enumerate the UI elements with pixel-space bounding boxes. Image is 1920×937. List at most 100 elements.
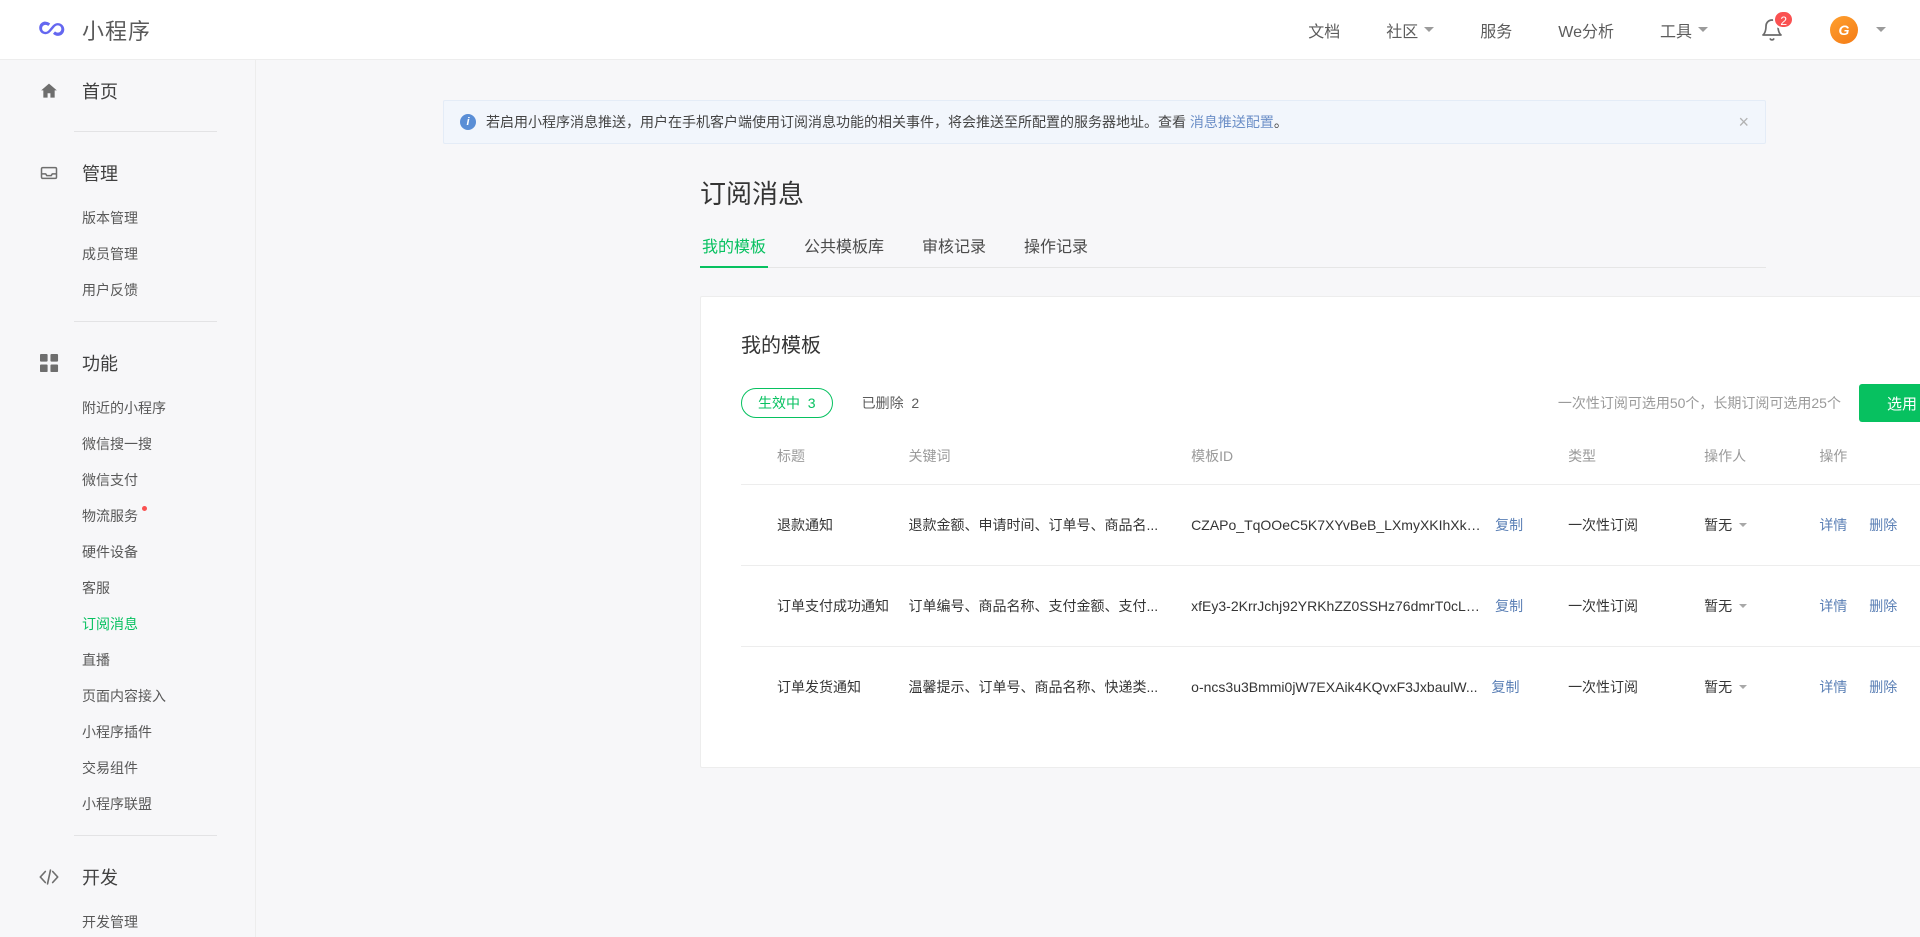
code-icon <box>38 866 60 888</box>
sidebar-sub-label: 页面内容接入 <box>82 688 166 704</box>
banner-text-after: 。 <box>1273 113 1288 130</box>
message-push-config-link[interactable]: 消息推送配置 <box>1190 114 1274 130</box>
sidebar-sub-label: 小程序联盟 <box>82 796 152 812</box>
table-header: 标题 关键词 模板ID 类型 操作人 操作 <box>741 446 1920 485</box>
copy-button[interactable]: 复制 <box>1495 515 1523 535</box>
cell-title: 订单发货通知 <box>741 647 909 728</box>
nav-item-tools[interactable]: 工具 <box>1660 18 1708 42</box>
delete-button[interactable]: 删除 <box>1869 517 1897 533</box>
nav-label: 文档 <box>1308 23 1341 41</box>
sidebar-item-alliance[interactable]: 小程序联盟 <box>0 786 255 822</box>
miniprogram-logo-icon <box>36 14 68 46</box>
sidebar-item-hardware[interactable]: 硬件设备 <box>0 534 255 570</box>
account-menu[interactable]: G <box>1830 15 1886 44</box>
chevron-down-icon <box>1739 523 1748 527</box>
card-toolbar: 生效中 3 已删除 2 一次性订阅可选用50个，长期订阅可选用25个 选用 <box>741 384 1920 422</box>
template-keywords: 订单编号、商品名称、支付金额、支付... <box>908 598 1159 614</box>
filter-chip-count: 2 <box>911 395 920 411</box>
sidebar-group-manage: 管理 版本管理 成员管理 用户反馈 <box>0 142 255 308</box>
sidebar-sub-label: 直播 <box>82 652 110 668</box>
detail-button[interactable]: 详情 <box>1819 679 1847 695</box>
template-type: 一次性订阅 <box>1568 598 1639 614</box>
sidebar-sub-label: 小程序插件 <box>82 724 152 740</box>
sidebar-item-customer-service[interactable]: 客服 <box>0 570 255 606</box>
sidebar-label: 管理 <box>82 164 118 184</box>
detail-button[interactable]: 详情 <box>1819 517 1847 533</box>
chevron-down-icon <box>1876 27 1886 32</box>
tab-label: 操作记录 <box>1024 239 1089 256</box>
header-nav: 文档 社区 服务 We分析 工具 2 G <box>1262 9 1920 44</box>
banner-text-before: 若启用小程序消息推送，用户在手机客户端使用订阅消息功能的相关事件，将会推送至所配… <box>486 113 1190 130</box>
notification-badge: 2 <box>1773 9 1794 29</box>
sidebar-item-manage[interactable]: 管理 <box>0 146 255 200</box>
quota-text: 一次性订阅可选用50个，长期订阅可选用25个 <box>1557 395 1841 411</box>
delete-button[interactable]: 删除 <box>1869 679 1897 695</box>
nav-label: We分析 <box>1558 23 1614 41</box>
page-title: 订阅消息 <box>700 179 805 209</box>
sidebar-item-plugins[interactable]: 小程序插件 <box>0 714 255 750</box>
sidebar-item-search[interactable]: 微信搜一搜 <box>0 426 255 462</box>
nav-item-docs[interactable]: 文档 <box>1308 18 1340 42</box>
nav-item-service[interactable]: 服务 <box>1480 18 1512 42</box>
cell-actions: 详情 删除 <box>1819 484 1920 566</box>
tab-public-templates[interactable]: 公共模板库 <box>802 233 886 267</box>
sidebar-item-user-feedback[interactable]: 用户反馈 <box>0 272 255 308</box>
chevron-down-icon <box>1424 27 1435 32</box>
sidebar-item-features[interactable]: 功能 <box>0 336 255 390</box>
avatar: G <box>1830 15 1858 44</box>
cell-operator[interactable]: 暂无 <box>1704 647 1819 728</box>
my-templates-card: 我的模板 生效中 3 已删除 2 一次性订阅可选用50个，长期订阅可选用25个 … <box>700 296 1920 768</box>
sidebar-item-subscribe-message[interactable]: 订阅消息 <box>0 606 255 642</box>
chevron-down-icon <box>1698 27 1708 32</box>
close-icon[interactable]: × <box>1718 113 1749 131</box>
tab-my-templates[interactable]: 我的模板 <box>700 233 769 268</box>
sidebar-item-develop[interactable]: 开发 <box>0 850 255 904</box>
card-title: 我的模板 <box>741 335 821 357</box>
filter-chip-count: 3 <box>807 395 816 411</box>
sidebar: 首页 管理 版本管理 成员管理 用户反馈 功能 附近的小程序 微信搜一搜 微信支… <box>0 60 256 937</box>
notifications-button[interactable]: 2 <box>1760 9 1794 42</box>
cell-template-id: CZAPo_TqOOeC5K7XYvBeB_LXmyXKIhXkZ... 复制 <box>1191 484 1569 566</box>
sidebar-item-home[interactable]: 首页 <box>0 64 255 118</box>
sidebar-item-nearby[interactable]: 附近的小程序 <box>0 390 255 426</box>
page-tabs: 我的模板 公共模板库 审核记录 操作记录 <box>700 233 1766 268</box>
select-template-button[interactable]: 选用 <box>1858 384 1920 422</box>
copy-button[interactable]: 复制 <box>1495 596 1523 616</box>
sidebar-item-trade-component[interactable]: 交易组件 <box>0 750 255 786</box>
info-banner: i 若启用小程序消息推送，用户在手机客户端使用订阅消息功能的相关事件，将会推送至… <box>443 100 1766 144</box>
filter-chip-active[interactable]: 生效中 3 <box>741 388 833 418</box>
sidebar-item-live[interactable]: 直播 <box>0 642 255 678</box>
column-header-type: 类型 <box>1568 446 1705 485</box>
sidebar-sub-label: 订阅消息 <box>82 616 138 632</box>
brand[interactable]: 小程序 <box>36 14 151 46</box>
table-row: 退款通知 退款金额、申请时间、订单号、商品名... CZAPo_TqOOeC5K… <box>741 484 1920 566</box>
delete-button[interactable]: 删除 <box>1869 598 1897 614</box>
info-icon: i <box>460 114 476 130</box>
sidebar-sub-label: 客服 <box>82 580 110 596</box>
sidebar-item-page-content[interactable]: 页面内容接入 <box>0 678 255 714</box>
filter-chip-deleted[interactable]: 已删除 2 <box>845 388 937 418</box>
template-type: 一次性订阅 <box>1568 679 1639 695</box>
tab-operation-records[interactable]: 操作记录 <box>1022 233 1090 267</box>
sidebar-item-member-manage[interactable]: 成员管理 <box>0 236 255 272</box>
tab-audit-records[interactable]: 审核记录 <box>920 233 988 267</box>
sidebar-item-develop-manage[interactable]: 开发管理 <box>0 904 255 937</box>
sidebar-item-version-manage[interactable]: 版本管理 <box>0 200 255 236</box>
sidebar-item-wechat-pay[interactable]: 微信支付 <box>0 462 255 498</box>
home-icon <box>38 80 60 102</box>
nav-item-we-analytics[interactable]: We分析 <box>1558 18 1614 42</box>
detail-button[interactable]: 详情 <box>1819 598 1847 614</box>
sidebar-sub-label: 硬件设备 <box>82 544 138 560</box>
sidebar-item-logistics[interactable]: 物流服务 <box>0 498 255 534</box>
column-header-operator: 操作人 <box>1704 446 1820 485</box>
nav-label: 服务 <box>1480 23 1513 41</box>
copy-button[interactable]: 复制 <box>1492 677 1520 697</box>
cell-type: 一次性订阅 <box>1568 484 1705 566</box>
nav-item-community[interactable]: 社区 <box>1386 18 1435 42</box>
operator-value: 暂无 <box>1704 598 1733 614</box>
table-header-row: 标题 关键词 模板ID 类型 操作人 操作 <box>741 446 1920 485</box>
column-header-title: 标题 <box>741 446 909 485</box>
sidebar-divider <box>74 131 217 132</box>
cell-operator[interactable]: 暂无 <box>1704 484 1820 566</box>
cell-operator[interactable]: 暂无 <box>1704 565 1820 647</box>
